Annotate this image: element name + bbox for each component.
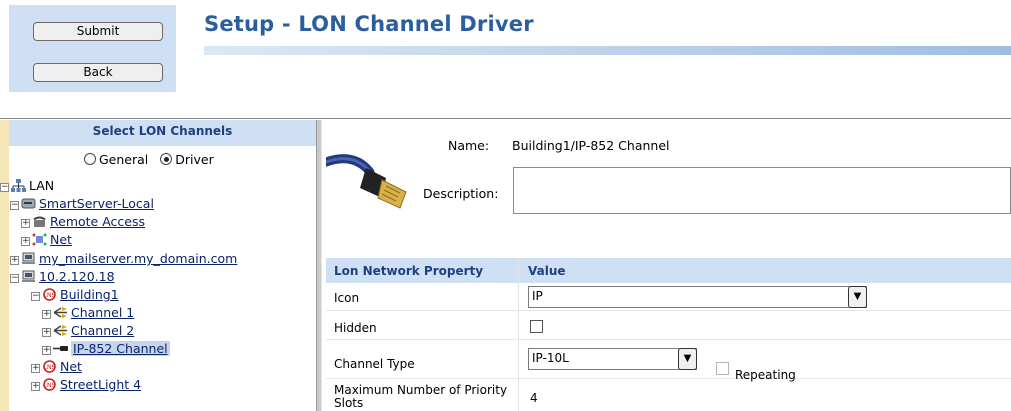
header-divider [0, 118, 1011, 119]
hidden-checkbox[interactable] [530, 320, 543, 333]
page-title: Setup - LON Channel Driver [204, 12, 534, 36]
collapse-icon[interactable]: − [0, 183, 9, 192]
tree-node-label[interactable]: IP-852 Channel [71, 341, 170, 356]
icon-select-value: IP [532, 289, 543, 303]
collapse-icon[interactable]: − [10, 201, 19, 210]
svg-text:LNS: LNS [44, 364, 56, 371]
row-divider [326, 378, 1011, 379]
tree-node-smartserver[interactable]: − SmartServer-Local [10, 196, 154, 212]
tree-node-channel-1[interactable]: + Channel 1 [42, 305, 134, 321]
network-icon [11, 179, 26, 192]
name-value: Building1/IP-852 Channel [512, 138, 670, 153]
tree-node-label[interactable]: LAN [29, 178, 54, 193]
name-label: Name: [448, 138, 490, 153]
net-icon [32, 233, 47, 246]
tree-node-label[interactable]: StreetLight 4 [60, 377, 141, 392]
panel-splitter[interactable] [316, 120, 322, 411]
hidden-property-label: Hidden [334, 321, 377, 335]
expand-icon[interactable]: + [42, 346, 51, 355]
expand-icon[interactable]: + [31, 382, 40, 391]
tree-node-lan[interactable]: − LAN [0, 178, 54, 194]
tree-node-label[interactable]: Channel 1 [71, 305, 134, 320]
tree-node-remote-access[interactable]: + Remote Access [21, 214, 145, 230]
general-radio-label[interactable]: General [99, 152, 148, 167]
value-column-header: Value [528, 264, 566, 278]
collapse-icon[interactable]: − [10, 274, 19, 283]
repeating-label: Repeating [735, 368, 796, 382]
expand-icon[interactable]: + [31, 364, 40, 373]
icon-property-label: Icon [334, 291, 360, 305]
server-icon [21, 198, 36, 209]
ip-channel-icon [53, 346, 68, 351]
tree-node-mailserver[interactable]: + my_mailserver.my_domain.com [10, 251, 237, 267]
max-slots-property-label: Maximum Number of Priority Slots [334, 383, 508, 410]
lns-icon: LNS [43, 378, 56, 391]
expand-icon[interactable]: + [21, 219, 30, 228]
chevron-down-icon[interactable]: ▼ [848, 286, 867, 308]
chevron-down-icon[interactable]: ▼ [678, 348, 697, 370]
lns-icon: LNS [43, 360, 56, 373]
title-underline [204, 46, 1011, 55]
collapse-icon[interactable]: − [31, 292, 40, 301]
channel-icon [53, 325, 67, 336]
tree-strip [0, 120, 9, 411]
expand-icon[interactable]: + [10, 256, 19, 265]
button-panel: Submit Back [9, 5, 176, 92]
tree-node-ip-host[interactable]: − 10.2.120.18 [10, 269, 115, 285]
max-slots-value: 4 [530, 391, 538, 405]
view-mode-radios: General Driver [84, 152, 222, 167]
tree-node-ip-852-channel[interactable]: + IP-852 Channel [42, 341, 170, 357]
tree-node-label[interactable]: Net [50, 232, 72, 247]
tree-node-label[interactable]: Channel 2 [71, 323, 134, 338]
tree-node-label[interactable]: Net [60, 359, 82, 374]
grid-column-divider [518, 258, 519, 411]
channel-type-property-label: Channel Type [334, 357, 415, 371]
submit-button[interactable]: Submit [33, 22, 163, 41]
tree-header: Select LON Channels [9, 120, 316, 146]
computer-icon [22, 252, 35, 264]
channel-type-select[interactable]: IP-10L ▼ [528, 348, 697, 370]
tree-node-net-lns[interactable]: + LNS Net [31, 359, 82, 375]
channel-icon [53, 307, 67, 318]
driver-radio-label[interactable]: Driver [175, 152, 213, 167]
tree-node-label[interactable]: SmartServer-Local [39, 196, 154, 211]
tree-node-building1[interactable]: − LNS Building1 [31, 287, 119, 303]
description-label: Description: [423, 186, 499, 201]
svg-text:LNS: LNS [44, 382, 56, 389]
description-input[interactable] [513, 167, 1011, 214]
row-divider [326, 310, 1011, 311]
tree-node-label[interactable]: Building1 [60, 287, 119, 302]
row-divider [326, 339, 1011, 340]
ethernet-cable-icon [326, 154, 407, 209]
tree-node-label[interactable]: Remote Access [50, 214, 145, 229]
expand-icon[interactable]: + [42, 328, 51, 337]
telephone-icon [33, 216, 46, 227]
tree-node-channel-2[interactable]: + Channel 2 [42, 323, 134, 339]
general-radio[interactable] [84, 153, 96, 165]
lns-icon: LNS [43, 288, 56, 301]
computer-icon [22, 270, 35, 282]
expand-icon[interactable]: + [42, 310, 51, 319]
property-column-header: Lon Network Property [334, 264, 484, 278]
channel-type-select-value: IP-10L [532, 351, 569, 365]
svg-text:LNS: LNS [44, 292, 56, 299]
tree-node-streetlight-4[interactable]: + LNS StreetLight 4 [31, 377, 141, 393]
expand-icon[interactable]: + [21, 237, 30, 246]
tree-node-net[interactable]: + Net [21, 232, 72, 248]
icon-select[interactable]: IP ▼ [528, 286, 867, 308]
driver-radio[interactable] [160, 153, 173, 165]
repeating-checkbox[interactable] [716, 362, 729, 375]
tree-node-label[interactable]: 10.2.120.18 [39, 269, 115, 284]
back-button[interactable]: Back [33, 63, 163, 82]
tree-node-label[interactable]: my_mailserver.my_domain.com [39, 251, 237, 266]
